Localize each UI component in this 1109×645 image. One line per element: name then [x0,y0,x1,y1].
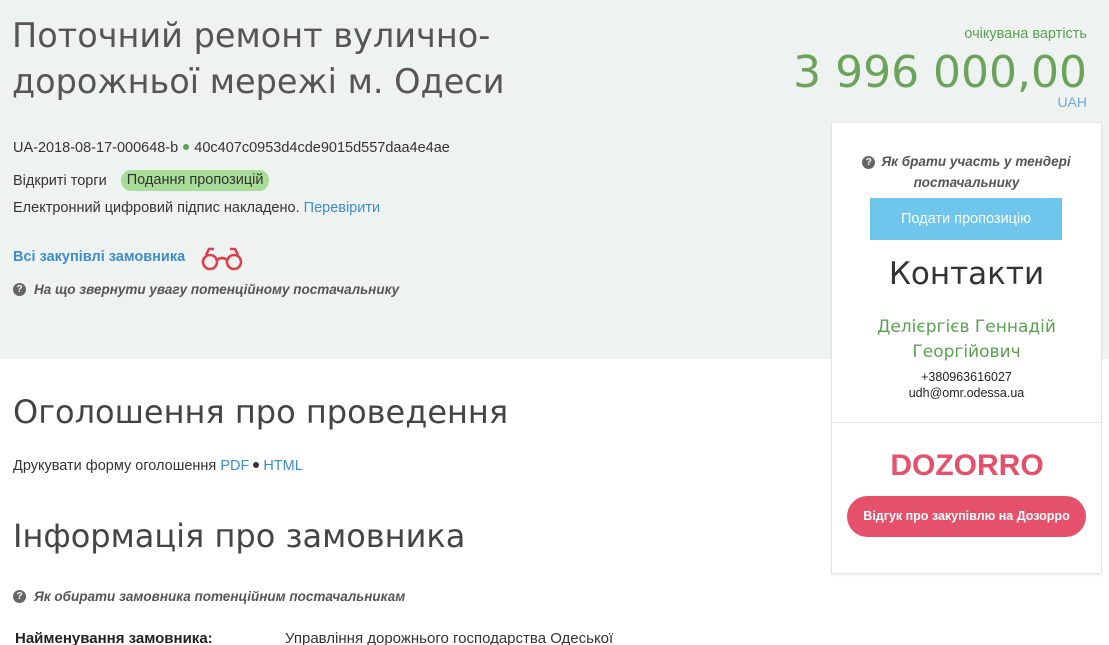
tender-id-row: UA-2018-08-17-000648-b 40c407c0953d4cde90… [13,140,450,156]
customer-hint[interactable]: ? Як обирати замовника потенційним поста… [13,589,405,604]
attention-hint-text: На що звернути увагу потенційному постач… [34,282,400,297]
signature-row: Електронний цифровий підпис накладено. П… [13,200,380,216]
status-badge: Подання пропозицій [120,170,270,191]
contacts-title: Контакти [888,256,1045,292]
dozorro-feedback-button[interactable]: Відгук про закупівлю на Дозорро [847,496,1086,537]
separator-dot-icon [183,144,190,151]
question-circle-icon: ? [13,590,26,603]
procedure-type: Відкриті торги [13,172,107,189]
submit-proposal-button[interactable]: Подати пропозицію [870,198,1062,240]
dozorro-logo: DOZORRO [890,449,1043,482]
contact-phone: +380963616027 [921,370,1012,384]
question-circle-icon: ? [13,283,26,296]
print-pdf-link[interactable]: PDF [220,458,249,474]
budget-label: очікувана вартість [964,26,1087,42]
customer-hint-text: Як обирати замовника потенційним постача… [34,589,406,604]
verify-signature-link[interactable]: Перевірити [304,200,380,216]
sidebar-divider [832,422,1101,423]
customer-name-label: Найменування замовника: [15,630,213,645]
customer-name-value: Управління дорожнього господарства Одесь… [285,630,614,645]
announcement-title: Оголошення про проведення [13,393,509,431]
participation-hint-text: Як брати участь у тендері постачальнику [881,154,1071,190]
participation-hint[interactable]: ? Як брати участь у тендері постачальнику [832,151,1101,193]
sidebar-panel: ? Як брати участь у тендері постачальнику… [831,122,1102,574]
contact-name: Делієргієв Геннадій Георгійович [877,317,1056,362]
separator-dot-icon [253,462,260,469]
print-html-link[interactable]: HTML [263,458,302,474]
print-form-row: Друкувати форму оголошення PDF HTML [13,458,303,474]
budget-currency: UAH [1057,94,1087,110]
budget-value: 3 996 000,00 [793,47,1087,98]
contact-email: udh@omr.odessa.ua [908,386,1025,400]
signature-text: Електронний цифровий підпис накладено. [13,200,300,216]
tender-hash: 40c407c0953d4cde9015d557daa4e4ae [194,140,450,156]
customer-info-title: Інформація про замовника [13,517,466,555]
tender-id: UA-2018-08-17-000648-b [13,140,179,156]
binoculars-icon[interactable] [200,246,244,272]
attention-hint[interactable]: ? На що звернути увагу потенційному пост… [13,282,399,297]
question-circle-icon: ? [862,156,876,169]
print-form-label: Друкувати форму оголошення [13,458,217,474]
dozorro-logo-text: DOZORRO [890,449,1043,482]
tender-title: Поточний ремонт вулично-дорожньої мережі… [12,16,505,101]
tender-status-row: Відкриті торги Подання пропозицій [13,170,270,191]
all-purchases-link[interactable]: Всі закупівлі замовника [13,249,185,265]
